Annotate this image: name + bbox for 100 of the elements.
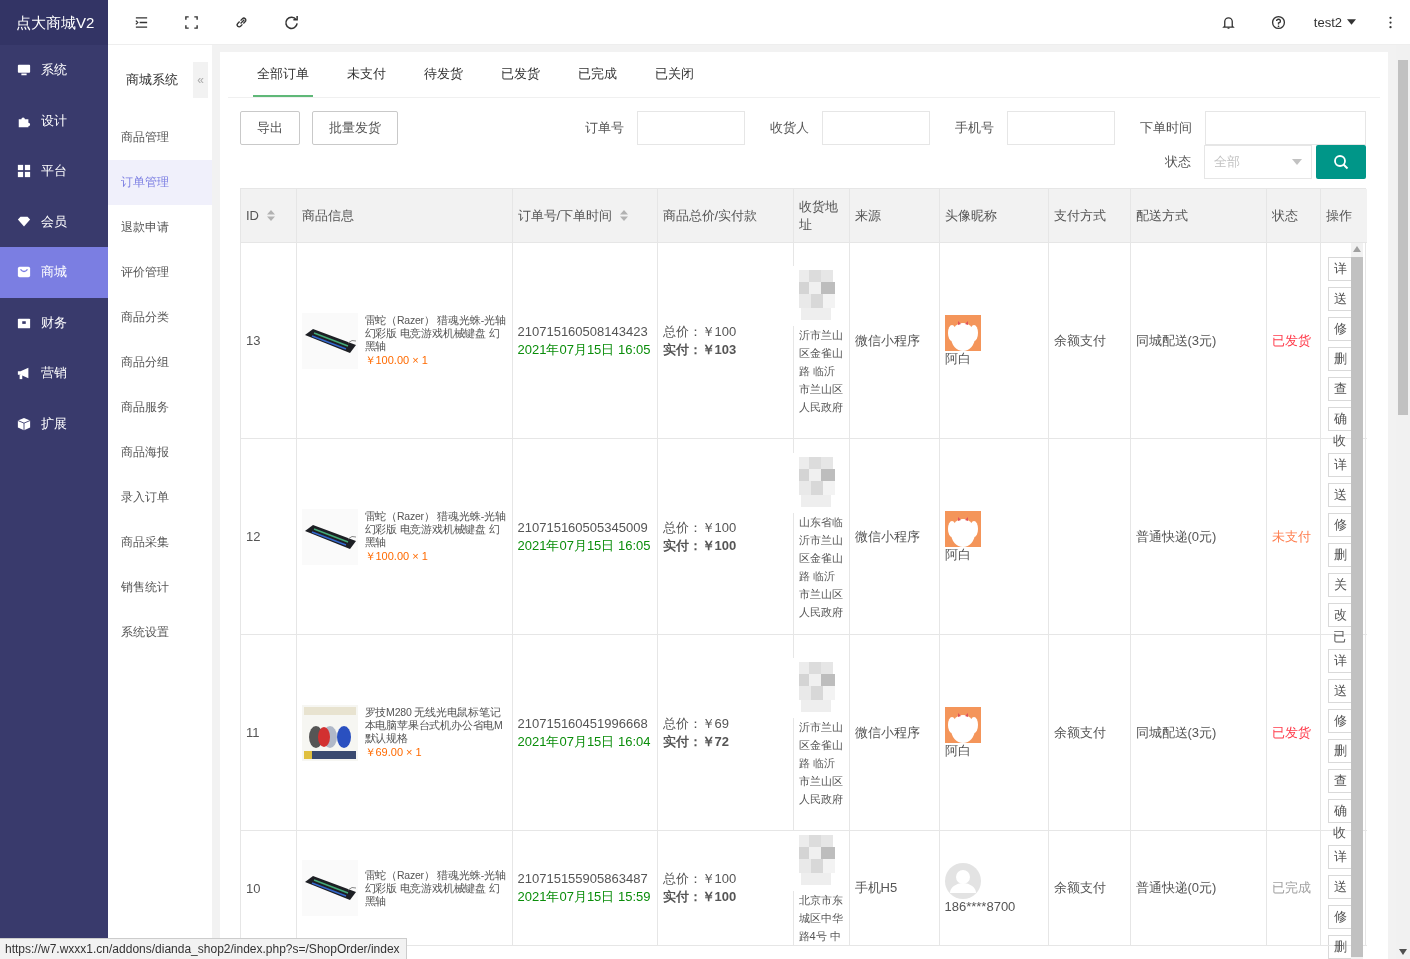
input-field[interactable] (1205, 111, 1366, 145)
product-price: ￥100.00 × 1 (364, 548, 429, 564)
action-button[interactable]: 删 (1327, 543, 1352, 567)
menu-icon[interactable] (133, 14, 149, 30)
fullscreen-icon[interactable] (183, 14, 199, 30)
action-button[interactable]: 修 (1327, 905, 1352, 929)
submenu-item[interactable]: 商品管理 (108, 115, 212, 160)
submenu-item[interactable]: 系统设置 (108, 610, 212, 655)
nav-item[interactable]: 财务 (0, 297, 108, 348)
table-cell: 13 (246, 333, 261, 348)
sort-icon[interactable] (620, 210, 629, 221)
address-text: 沂市兰山区金雀山路 临沂市兰山区人民政府 (798, 719, 844, 807)
action-button[interactable]: 送 (1327, 679, 1352, 703)
nav-item[interactable]: 平台 (0, 146, 108, 197)
order-time: 2021年07月15日 16:04 (517, 732, 652, 751)
nav-item[interactable]: 扩展 (0, 398, 108, 449)
tab[interactable]: 全部订单 (253, 52, 313, 97)
submenu-item[interactable]: 商品分类 (108, 295, 212, 340)
sort-icon[interactable] (267, 210, 275, 221)
action-button[interactable]: 查 (1327, 377, 1352, 401)
submenu-item[interactable]: 商品采集 (108, 520, 212, 565)
tab[interactable]: 已完成 (574, 52, 621, 97)
nav-item[interactable]: 设计 (0, 95, 108, 146)
action-button[interactable]: 送 (1327, 875, 1352, 899)
bell-icon[interactable] (1221, 14, 1237, 30)
paid-amount: 实付：￥100 (662, 888, 738, 906)
nickname: 186****8700 (944, 898, 1017, 914)
tab[interactable]: 未支付 (343, 52, 390, 97)
action-button[interactable]: 确 (1327, 799, 1352, 823)
tab[interactable]: 已发货 (497, 52, 544, 97)
action-button[interactable]: 修 (1327, 709, 1352, 733)
tab[interactable]: 已关闭 (651, 52, 698, 97)
arrow-down-icon[interactable] (1399, 949, 1407, 955)
column-header: 订单号/下单时间 (517, 206, 613, 225)
nav-item[interactable]: 会员 (0, 196, 108, 247)
product-title: 雷蛇（Razer） 猎魂光蛛-光轴幻彩版 电竞游戏机械键盘 幻黑轴 (364, 868, 507, 908)
product-title: 罗技M280 无线光电鼠标笔记本电脑苹果台式机办公省电M 默认规格 (364, 705, 504, 745)
action-text: 收 (1332, 434, 1347, 447)
submenu-item[interactable]: 退款申请 (108, 205, 212, 250)
refresh-icon[interactable] (283, 14, 299, 30)
action-button[interactable]: 导出 (240, 111, 300, 145)
help-icon[interactable] (1271, 14, 1287, 30)
action-button[interactable]: 改 (1327, 603, 1352, 627)
order-number: 210715160451996668 (517, 714, 649, 733)
field-label: 收货人 (770, 119, 809, 137)
action-button[interactable]: 删 (1327, 739, 1352, 763)
action-button[interactable]: 删 (1327, 935, 1352, 959)
field-label: 手机号 (955, 119, 994, 137)
nav-item[interactable]: 商城 (0, 247, 108, 298)
order-time: 2021年07月15日 15:59 (517, 888, 652, 906)
input-field[interactable] (822, 111, 930, 145)
submenu-item[interactable]: 商品分组 (108, 340, 212, 385)
action-button[interactable]: 送 (1327, 287, 1352, 311)
scrollbar[interactable] (1351, 243, 1363, 959)
table-cell: 余额支付 (1053, 332, 1106, 348)
action-button[interactable]: 送 (1327, 483, 1352, 507)
submenu-item[interactable]: 商品服务 (108, 385, 212, 430)
action-button[interactable]: 关 (1327, 573, 1352, 597)
paid-amount: 实付：￥103 (662, 340, 738, 359)
action-button[interactable]: 删 (1327, 347, 1352, 371)
tab[interactable]: 待发货 (420, 52, 467, 97)
total-price: 总价：￥100 (662, 322, 738, 341)
address-text: 沂市兰山区金雀山路 临沂市兰山区人民政府 (798, 327, 844, 415)
nav-item[interactable]: 系统 (0, 45, 108, 96)
product-price: ￥100.00 × 1 (364, 352, 429, 368)
submenu-item[interactable]: 录入订单 (108, 475, 212, 520)
action-button[interactable]: 批量发货 (312, 111, 398, 145)
table-cell: 普通快递(0元) (1135, 528, 1217, 544)
user-menu[interactable]: test2 (1303, 0, 1370, 45)
action-button[interactable]: 查 (1327, 769, 1352, 793)
action-button[interactable]: 详 (1327, 845, 1352, 869)
column-header: 操作 (1325, 206, 1352, 225)
action-button[interactable]: 详 (1327, 649, 1352, 673)
grid-icon (17, 164, 31, 179)
action-button[interactable]: 详 (1327, 257, 1352, 281)
submenu-item[interactable]: 商品海报 (108, 430, 212, 475)
table-cell: 微信小程序 (854, 724, 920, 740)
nav-item[interactable]: 营销 (0, 348, 108, 399)
nickname: 阿白 (944, 351, 972, 366)
action-button[interactable]: 详 (1327, 453, 1352, 477)
column-header: 头像昵称 (944, 206, 997, 225)
action-button[interactable]: 修 (1327, 513, 1352, 537)
input-field[interactable] (637, 111, 745, 145)
search-button[interactable] (1316, 145, 1366, 179)
product-title: 雷蛇（Razer） 猎魂光蛛-光轴幻彩版 电竞游戏机械键盘 幻黑轴 (364, 313, 507, 353)
action-button[interactable]: 修 (1327, 317, 1352, 341)
submenu-item[interactable]: 销售统计 (108, 565, 212, 610)
field-label: 状态 (1165, 153, 1191, 171)
order-number: 210715155905863487 (517, 870, 649, 888)
input-field[interactable] (1007, 111, 1115, 145)
action-button[interactable]: 确 (1327, 407, 1352, 431)
arrow-up-icon[interactable] (1353, 246, 1361, 252)
field-label: 下单时间 (1140, 119, 1192, 137)
column-header: 支付方式 (1053, 206, 1106, 225)
link-icon[interactable] (233, 14, 249, 30)
paid-amount: 实付：￥100 (662, 536, 738, 555)
caret-icon (1292, 159, 1302, 165)
submenu-item[interactable]: 评价管理 (108, 250, 212, 295)
column-header: 配送方式 (1135, 206, 1188, 225)
status-text: 已发货 (1271, 724, 1311, 740)
